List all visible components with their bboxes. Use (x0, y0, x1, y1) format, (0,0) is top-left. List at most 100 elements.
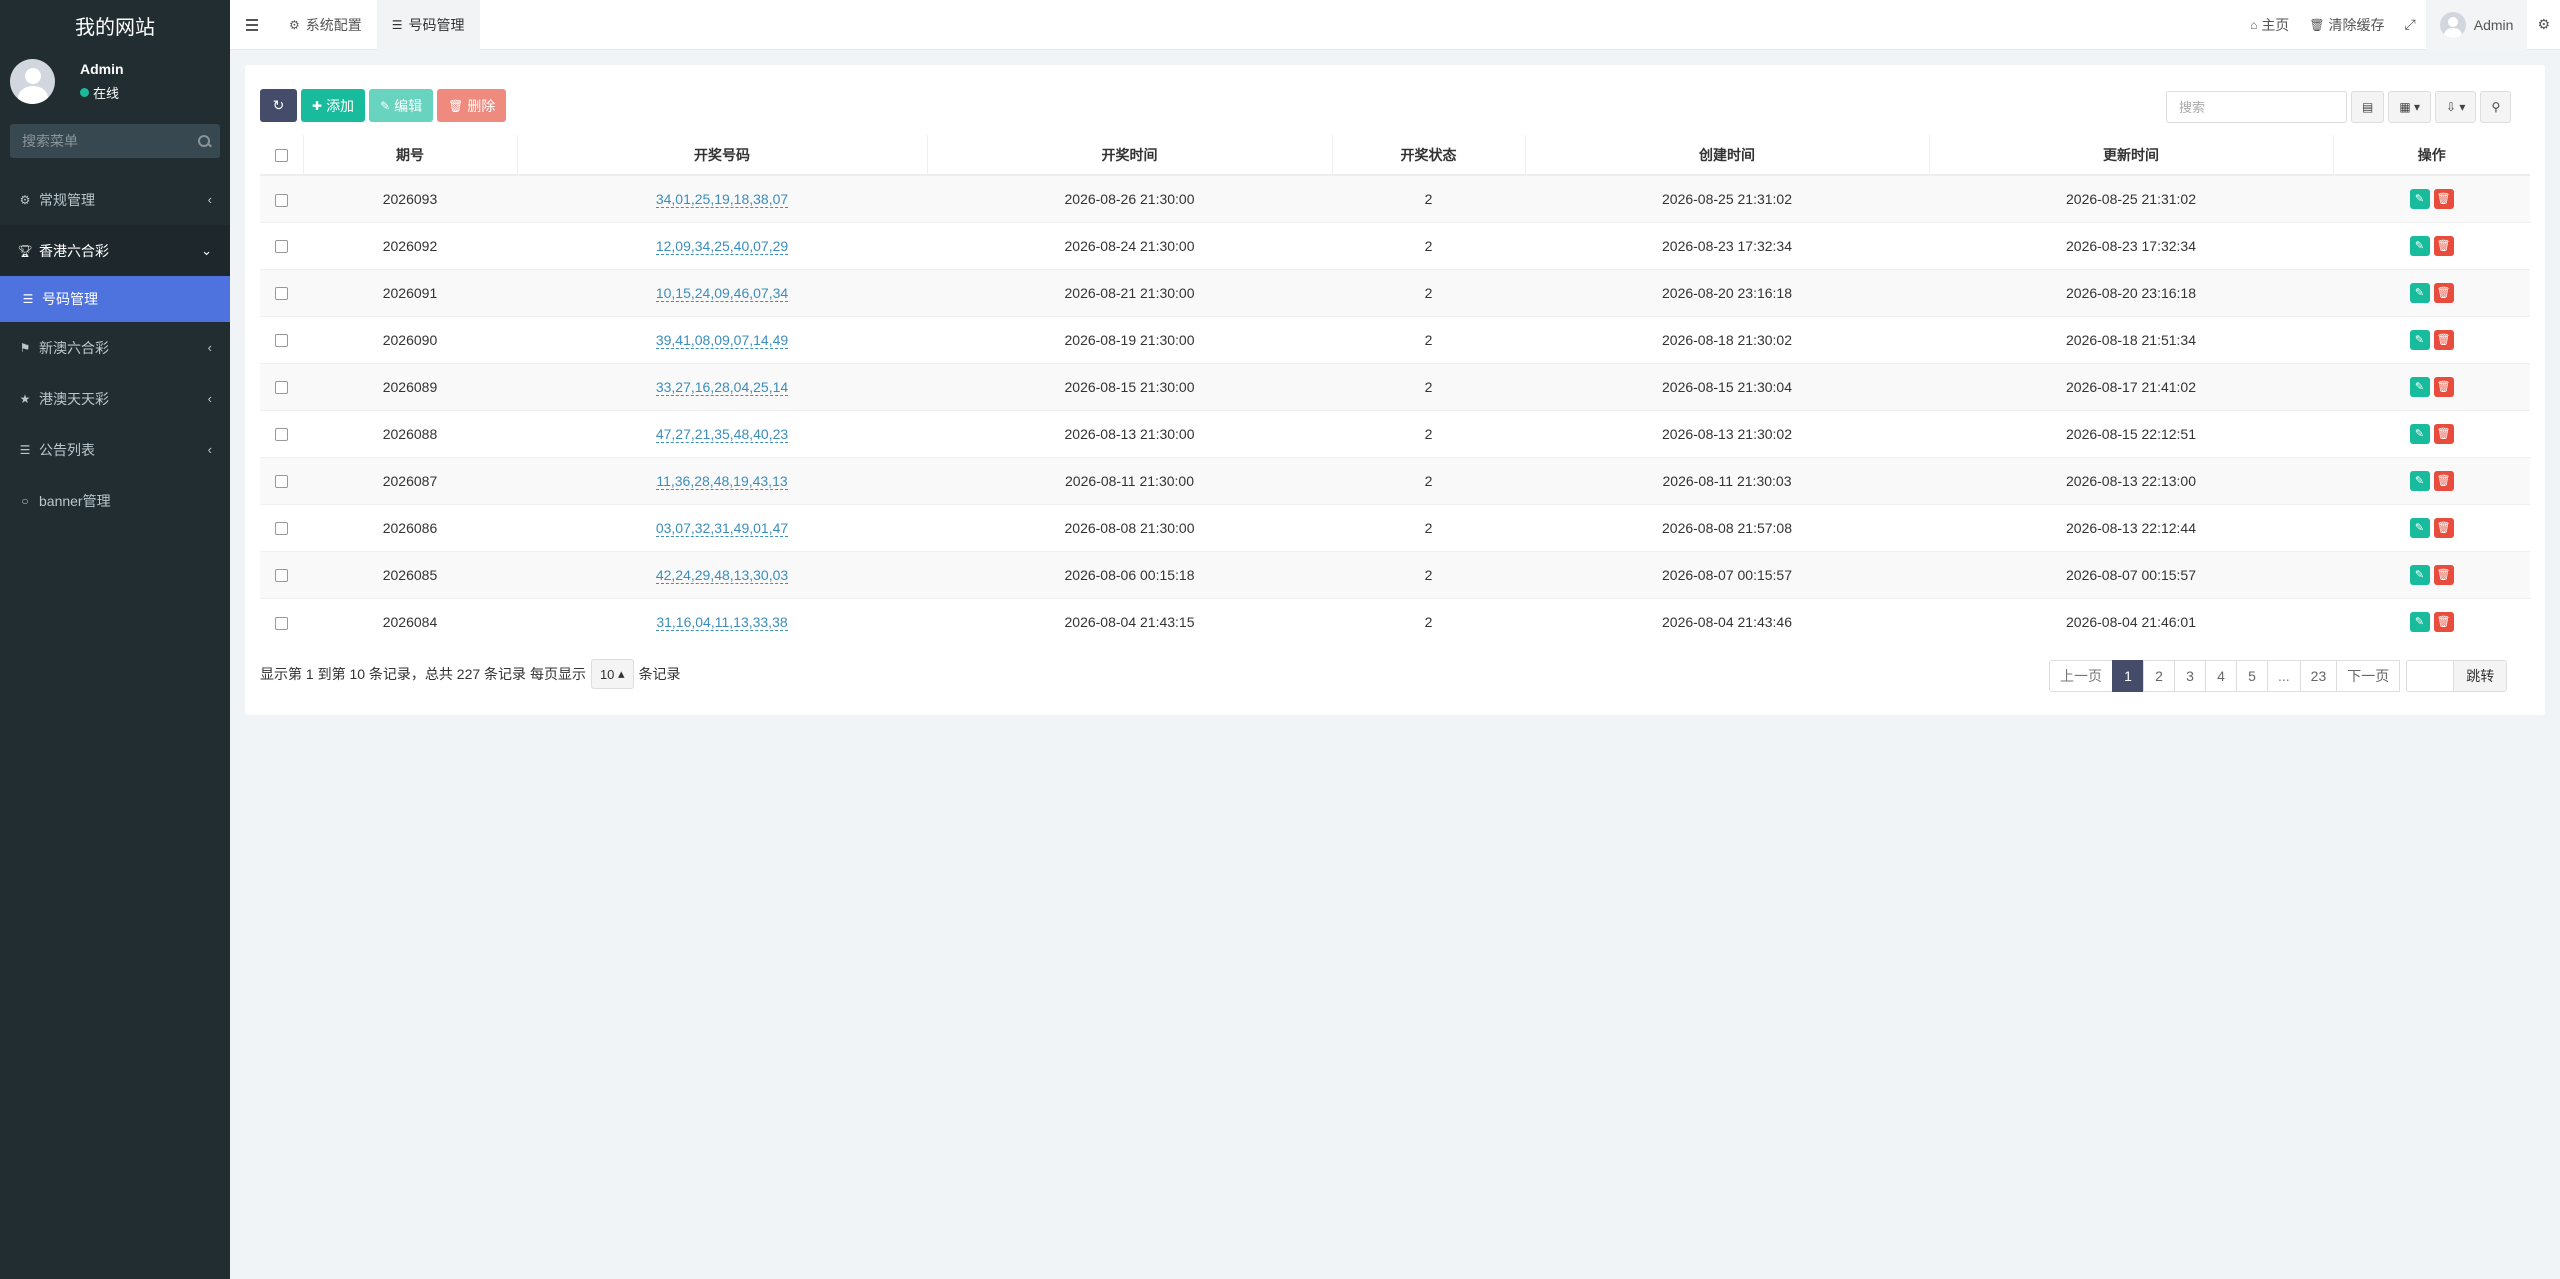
numbers-link[interactable]: 47,27,21,35,48,40,23 (655, 425, 789, 443)
page-button[interactable]: 4 (2205, 660, 2237, 692)
row-checkbox[interactable] (275, 240, 288, 254)
menu-item-daily-lottery[interactable]: ★ 港澳天天彩 ‹ (0, 373, 230, 424)
row-checkbox[interactable] (275, 428, 288, 442)
columns-button[interactable]: ▦ ▾ (2388, 91, 2432, 123)
page-button[interactable]: 23 (2299, 660, 2338, 692)
row-checkbox[interactable] (275, 381, 288, 395)
add-button[interactable]: ✚ 添加 (301, 89, 366, 122)
row-delete-button[interactable]: 🗑︎ (2433, 188, 2454, 209)
site-logo[interactable]: 我的网站 (0, 0, 230, 50)
table-row[interactable]: 2026087 11,36,28,48,19,43,13 2026-08-11 21… (260, 456, 2530, 504)
table-row[interactable]: 2026091 10,15,24,09,46,07,34 2026-08-21 21… (260, 268, 2530, 316)
row-delete-button[interactable]: 🗑︎ (2433, 329, 2454, 350)
row-edit-button[interactable]: ✎ (2409, 611, 2430, 632)
sidebar-search-input[interactable] (22, 133, 182, 149)
prev-page-button[interactable]: 上一页 (2049, 660, 2113, 692)
page-button[interactable]: 3 (2174, 660, 2206, 692)
row-checkbox[interactable] (275, 334, 288, 348)
table-row[interactable]: 2026090 39,41,08,09,07,14,49 2026-08-19 21… (260, 315, 2530, 363)
table-row[interactable]: 2026092 12,09,34,25,40,07,29 2026-08-24 21… (260, 221, 2530, 269)
toggle-view-button[interactable]: ▤ (2351, 91, 2385, 123)
table-row[interactable]: 2026084 31,16,04,11,13,33,38 2026-08-04 21… (260, 597, 2530, 645)
numbers-link[interactable]: 34,01,25,19,18,38,07 (655, 190, 789, 208)
menu-item-number-management[interactable]: ☰ 号码管理 (0, 276, 230, 322)
row-select-cell (260, 550, 303, 598)
row-delete-button[interactable]: 🗑︎ (2433, 235, 2454, 256)
menu-item-new-macau-lottery[interactable]: ⚑ 新澳六合彩 ‹ (0, 322, 230, 373)
row-edit-button[interactable]: ✎ (2409, 188, 2430, 209)
table-row[interactable]: 2026089 33,27,16,28,04,25,14 2026-08-15 21… (260, 362, 2530, 410)
row-delete-button[interactable]: 🗑︎ (2433, 611, 2454, 632)
row-edit-button[interactable]: ✎ (2409, 564, 2430, 585)
row-delete-button[interactable]: 🗑︎ (2433, 470, 2454, 491)
user-menu[interactable]: Admin (2425, 0, 2528, 50)
column-header[interactable]: 开奖时间 (926, 135, 1332, 176)
page-button[interactable]: 2 (2143, 660, 2175, 692)
menu-item-hk-lottery[interactable]: 🏆︎ 香港六合彩 ⌄ (0, 225, 230, 276)
numbers-link[interactable]: 33,27,16,28,04,25,14 (655, 378, 789, 396)
numbers-link[interactable]: 42,24,29,48,13,30,03 (655, 566, 789, 584)
row-edit-button[interactable]: ✎ (2409, 470, 2430, 491)
row-delete-button[interactable]: 🗑︎ (2433, 517, 2454, 538)
numbers-link[interactable]: 03,07,32,31,49,01,47 (655, 519, 789, 537)
settings-button[interactable]: ⚙ (2527, 0, 2560, 50)
row-edit-button[interactable]: ✎ (2409, 376, 2430, 397)
menu-item-announcements[interactable]: ☰ 公告列表 ‹ (0, 424, 230, 475)
row-delete-button[interactable]: 🗑︎ (2433, 564, 2454, 585)
edit-button[interactable]: ✎ 编辑 (369, 89, 434, 122)
numbers-link[interactable]: 12,09,34,25,40,07,29 (655, 237, 789, 255)
menu-item-general[interactable]: ⚙ 常规管理 ‹ (0, 174, 230, 225)
row-edit-button[interactable]: ✎ (2409, 329, 2430, 350)
row-checkbox[interactable] (275, 616, 288, 630)
created-cell: 2026-08-11 21:30:03 (1525, 456, 1929, 504)
row-delete-button[interactable]: 🗑︎ (2433, 282, 2454, 303)
row-checkbox[interactable] (275, 287, 288, 301)
pencil-icon: ✎ (2414, 522, 2425, 534)
column-header[interactable]: 期号 (302, 135, 517, 176)
table-row[interactable]: 2026088 47,27,21,35,48,40,23 2026-08-13 21… (260, 409, 2530, 457)
page-button[interactable]: 5 (2236, 660, 2268, 692)
tab-system-config[interactable]: ⚙ 系统配置 (274, 0, 377, 50)
delete-button[interactable]: 🗑︎ 删除 (437, 89, 507, 122)
numbers-link[interactable]: 31,16,04,11,13,33,38 (656, 613, 788, 631)
row-checkbox[interactable] (275, 522, 288, 536)
table-row[interactable]: 2026093 34,01,25,19,18,38,07 2026-08-26 21… (260, 174, 2530, 222)
numbers-link[interactable]: 39,41,08,09,07,14,49 (655, 331, 789, 349)
refresh-button[interactable]: ↻ (260, 89, 297, 122)
numbers-link[interactable]: 11,36,28,48,19,43,13 (656, 472, 788, 490)
jump-page-input[interactable] (2406, 660, 2455, 692)
select-all-checkbox[interactable] (274, 149, 288, 163)
tab-number-management[interactable]: ☰ 号码管理 (376, 0, 480, 50)
table-row[interactable]: 2026085 42,24,29,48,13,30,03 2026-08-06 00… (260, 550, 2530, 598)
clear-cache-button[interactable]: 🗑︎ 清除缓存 (2299, 0, 2394, 50)
common-search-button[interactable]: ⚲ (2480, 91, 2512, 123)
row-edit-button[interactable]: ✎ (2409, 235, 2430, 256)
column-header[interactable]: 开奖状态 (1331, 135, 1525, 176)
jump-button[interactable]: 跳转 (2453, 660, 2508, 692)
column-header[interactable]: 开奖号码 (516, 135, 927, 176)
search-icon[interactable] (198, 135, 210, 147)
row-edit-button[interactable]: ✎ (2409, 517, 2430, 538)
numbers-link[interactable]: 10,15,24,09,46,07,34 (655, 284, 789, 302)
menu-toggle-icon[interactable] (230, 0, 274, 50)
row-edit-button[interactable]: ✎ (2409, 423, 2430, 444)
column-header[interactable]: 创建时间 (1524, 135, 1929, 176)
table-search-input[interactable] (2166, 91, 2347, 123)
row-edit-button[interactable]: ✎ (2409, 282, 2430, 303)
page-size-select[interactable]: 10 ▴ (590, 659, 634, 689)
trash-icon: 🗑︎ (2436, 475, 2451, 487)
table-row[interactable]: 2026086 03,07,32,31,49,01,47 2026-08-08 21… (260, 503, 2530, 551)
row-delete-button[interactable]: 🗑︎ (2433, 423, 2454, 444)
row-delete-button[interactable]: 🗑︎ (2433, 376, 2454, 397)
next-page-button[interactable]: 下一页 (2336, 660, 2401, 692)
page-button[interactable]: 1 (2112, 660, 2144, 692)
menu-item-banner[interactable]: ○ banner管理 (0, 475, 230, 526)
trash-icon: 🗑︎ (2309, 17, 2325, 32)
export-button[interactable]: ⇩ ▾ (2435, 91, 2477, 123)
fullscreen-button[interactable]: ⤢ (2395, 0, 2426, 50)
column-header[interactable]: 更新时间 (1928, 135, 2333, 176)
row-checkbox[interactable] (275, 569, 288, 583)
row-checkbox[interactable] (275, 475, 288, 489)
row-checkbox[interactable] (275, 193, 288, 207)
home-link[interactable]: ⌂ 主页 (2240, 0, 2299, 50)
